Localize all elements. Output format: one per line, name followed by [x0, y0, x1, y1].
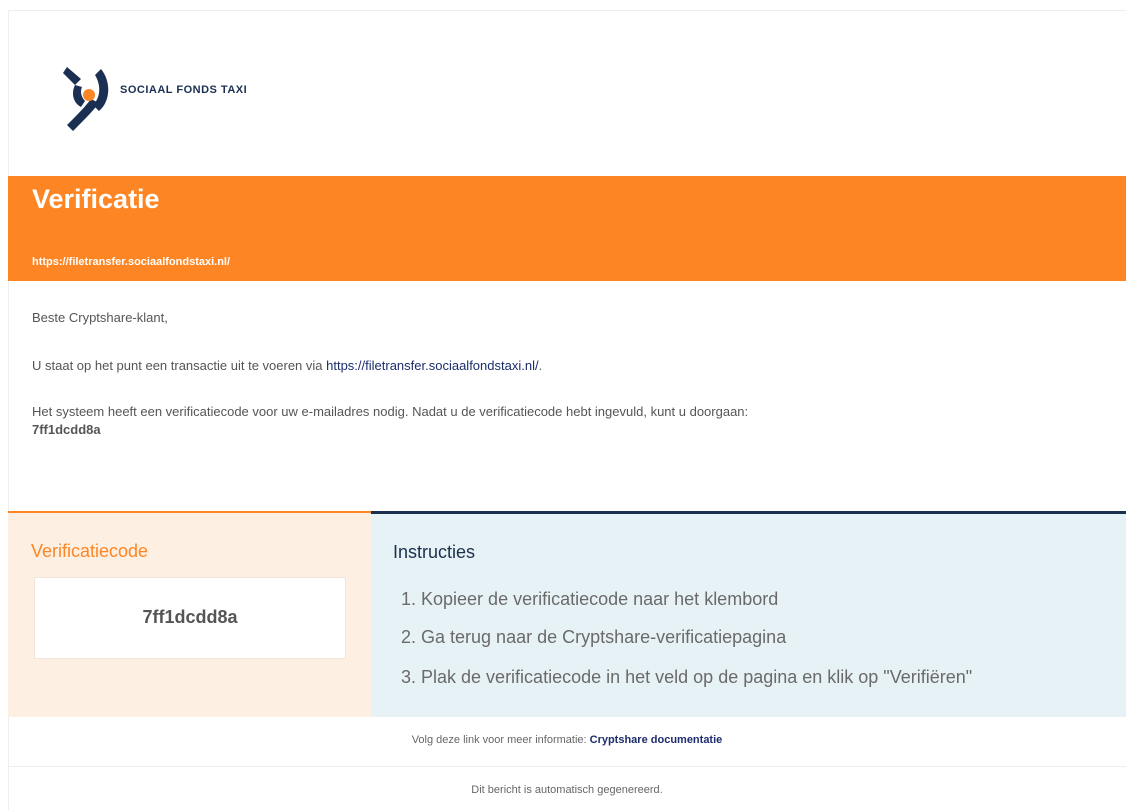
- verification-code-panel: Verificatiecode 7ff1dcdd8a: [8, 511, 371, 717]
- transaction-text-suffix: .: [538, 358, 543, 373]
- cryptshare-documentation-link[interactable]: Cryptshare documentatie: [590, 734, 723, 746]
- inline-verification-code: 7ff1dcdd8a: [32, 422, 101, 437]
- header-url: https://filetransfer.sociaalfondstaxi.nl…: [32, 256, 231, 268]
- auto-generated-notice: Dit bericht is automatisch gegenereerd.: [471, 784, 663, 796]
- instructions-panel: Instructies 1. Kopieer de verificatiecod…: [371, 511, 1126, 717]
- instruction-item: 2. Ga terug naar de Cryptshare-verificat…: [401, 627, 787, 647]
- page-title: Verificatie: [32, 184, 160, 214]
- more-info-text: Volg deze link voor meer informatie: Cry…: [8, 734, 1126, 746]
- sociaal-fonds-taxi-logo-icon: [63, 67, 109, 131]
- logo: SOCIAAL FONDS TAXI: [55, 55, 355, 135]
- more-info-prefix: Volg deze link voor meer informatie:: [411, 734, 590, 746]
- logo-text: SOCIAAL FONDS TAXI: [120, 84, 248, 96]
- verification-needed-text: Het systeem heeft een verificatiecode vo…: [32, 404, 749, 419]
- transaction-text: U staat op het punt een transactie uit t…: [32, 358, 542, 373]
- instruction-item: 3. Plak de verificatiecode in het veld o…: [401, 667, 973, 687]
- filetransfer-link[interactable]: https://filetransfer.sociaalfondstaxi.nl…: [326, 358, 538, 373]
- instruction-item: 1. Kopieer de verificatiecode naar het k…: [401, 589, 779, 609]
- transaction-text-prefix: U staat op het punt een transactie uit t…: [32, 358, 327, 373]
- verification-code-title: Verificatiecode: [31, 541, 149, 561]
- verification-code-box[interactable]: 7ff1dcdd8a: [34, 577, 346, 659]
- greeting-text: Beste Cryptshare-klant,: [32, 310, 168, 325]
- instructions-title: Instructies: [393, 542, 476, 562]
- verification-code-value[interactable]: 7ff1dcdd8a: [35, 607, 345, 628]
- footer-divider: [8, 766, 1126, 767]
- header-bar: Verificatie https://filetransfer.sociaal…: [8, 176, 1126, 281]
